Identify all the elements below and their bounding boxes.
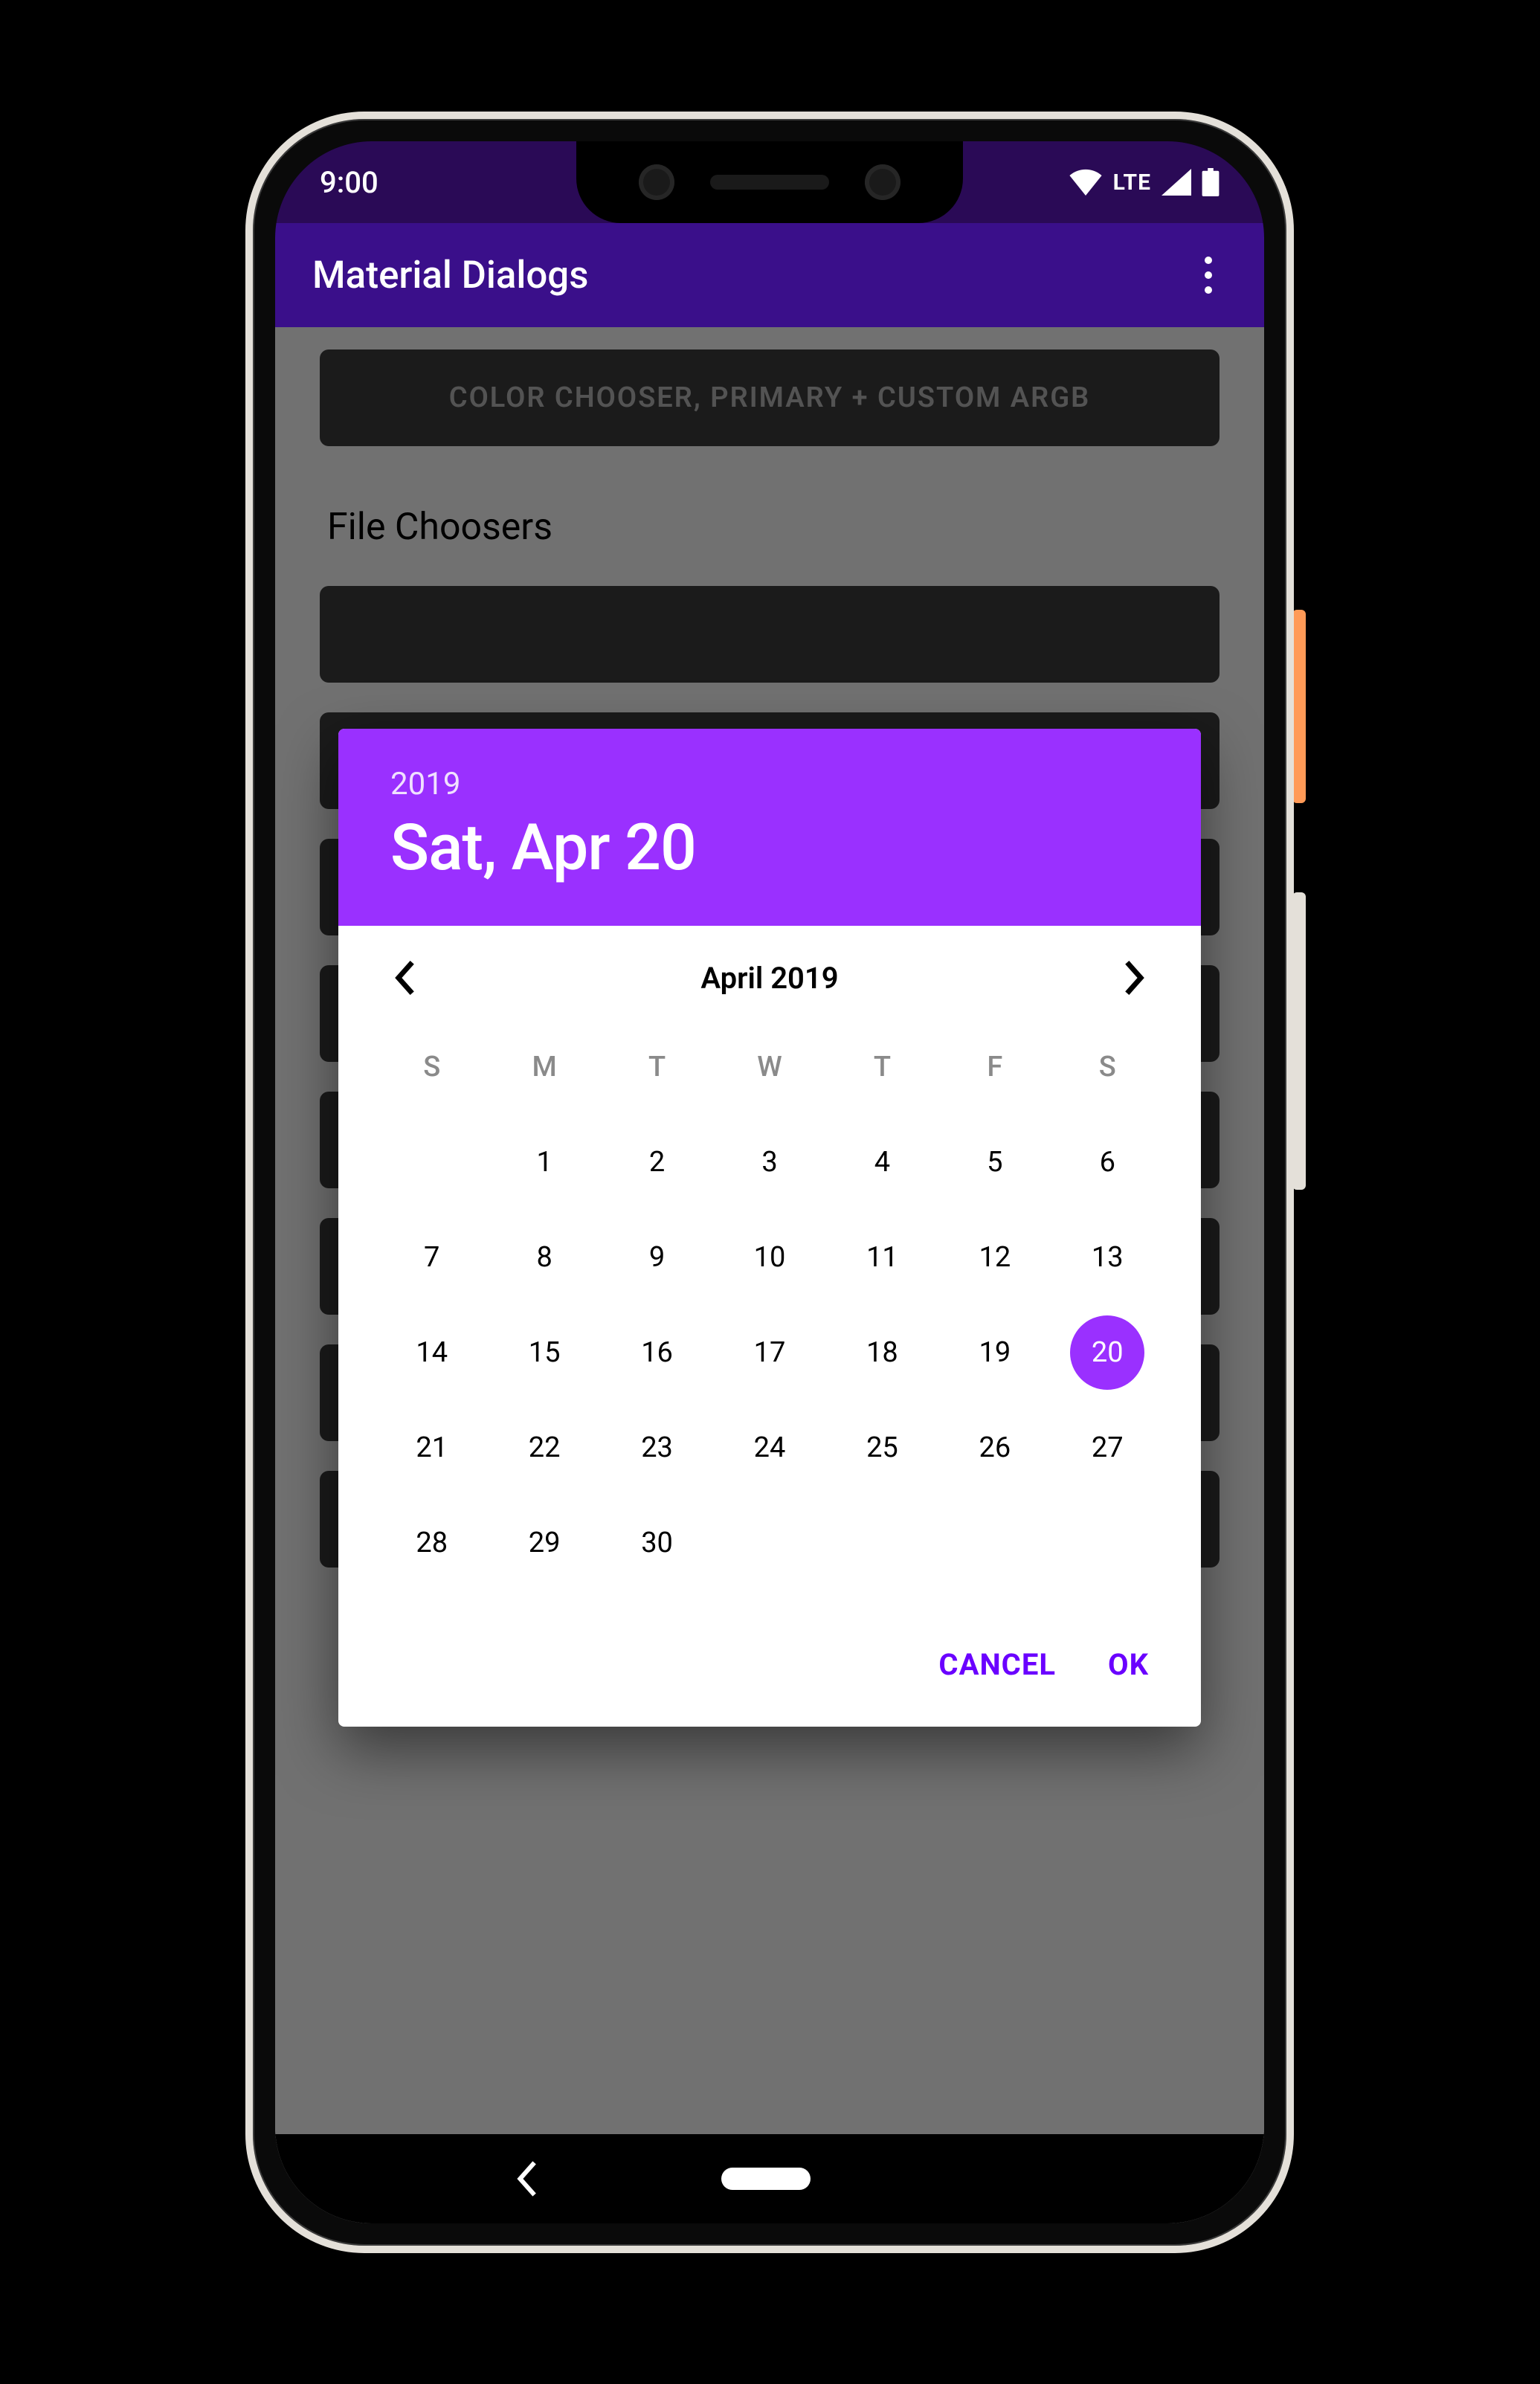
chevron-right-icon [1123,961,1145,995]
calendar-day[interactable]: 18 [826,1323,938,1382]
calendar-day[interactable]: 20 [1051,1323,1164,1382]
calendar-day[interactable]: 9 [601,1228,713,1287]
screen: 9:00 LTE Material Dialogs COLOR CH [275,141,1264,2223]
selected-date-label[interactable]: Sat, Apr 20 [390,810,1149,885]
calendar-day[interactable]: 21 [376,1418,488,1478]
calendar-day[interactable]: 4 [826,1133,938,1192]
display-notch [576,141,963,223]
nav-home-pill[interactable] [721,2168,811,2190]
status-icons: LTE [1069,168,1220,196]
calendar-day[interactable]: 16 [601,1323,713,1382]
calendar-day[interactable]: 7 [376,1228,488,1287]
next-month-button[interactable] [1112,956,1156,1000]
day-of-week-header: W [713,1037,825,1097]
calendar-day[interactable]: 25 [826,1418,938,1478]
selected-year[interactable]: 2019 [390,766,1149,802]
calendar-day[interactable]: 23 [601,1418,713,1478]
calendar-day[interactable]: 27 [1051,1418,1164,1478]
day-of-week-header: S [376,1037,488,1097]
status-clock: 9:00 [320,165,378,200]
calendar-day[interactable]: 17 [713,1323,825,1382]
power-button-accent[interactable] [1292,610,1306,803]
ok-button[interactable]: OK [1108,1647,1149,1682]
calendar-day[interactable]: 3 [713,1133,825,1192]
calendar-day[interactable]: 6 [1051,1133,1164,1192]
calendar-day[interactable]: 14 [376,1323,488,1382]
day-of-week-header: M [488,1037,600,1097]
date-picker-dialog: 2019 Sat, Apr 20 April 2019 SMTWTFS12345… [338,729,1201,1727]
calendar-day[interactable]: 13 [1051,1228,1164,1287]
calendar-day[interactable]: 8 [488,1228,600,1287]
day-of-week-header: T [601,1037,713,1097]
app-title: Material Dialogs [312,254,588,297]
day-of-week-header: S [1051,1037,1164,1097]
network-type-label: LTE [1113,170,1151,196]
calendar-day[interactable]: 28 [376,1513,488,1573]
calendar-grid: SMTWTFS123456789101112131415161718192021… [338,1022,1201,1602]
month-navigation: April 2019 [338,926,1201,1022]
day-of-week-header: F [938,1037,1051,1097]
day-of-week-header: T [826,1037,938,1097]
overflow-menu-icon[interactable] [1190,242,1227,309]
front-camera-right [865,164,901,200]
calendar-day[interactable]: 24 [713,1418,825,1478]
earpiece-speaker [710,175,829,190]
calendar-day[interactable]: 29 [488,1513,600,1573]
calendar-day[interactable]: 30 [601,1513,713,1573]
calendar-day[interactable]: 10 [713,1228,825,1287]
cancel-button[interactable]: CANCEL [938,1647,1056,1682]
calendar-day[interactable]: 11 [826,1228,938,1287]
calendar-day[interactable]: 15 [488,1323,600,1382]
volume-button[interactable] [1292,892,1306,1190]
calendar-day[interactable]: 12 [938,1228,1051,1287]
date-picker-header: 2019 Sat, Apr 20 [338,729,1201,926]
current-month-label: April 2019 [700,961,838,996]
calendar-day[interactable]: 19 [938,1323,1051,1382]
calendar-day[interactable]: 26 [938,1418,1051,1478]
navigation-bar [275,2134,1264,2223]
nav-back-button[interactable] [515,2161,539,2197]
dialog-actions: CANCEL OK [338,1602,1201,1727]
prev-month-button[interactable] [383,956,428,1000]
status-bar: 9:00 LTE [275,141,1264,223]
calendar-blank [376,1133,488,1192]
app-bar: Material Dialogs [275,223,1264,327]
calendar-day[interactable]: 1 [488,1133,600,1192]
app-content: COLOR CHOOSER, PRIMARY + CUSTOM ARGB Fil… [275,327,1264,2223]
battery-icon [1202,168,1220,196]
wifi-icon [1069,169,1103,196]
calendar-day[interactable]: 5 [938,1133,1051,1192]
front-camera-left [639,164,674,200]
calendar-day[interactable]: 2 [601,1133,713,1192]
phone-frame: 9:00 LTE Material Dialogs COLOR CH [245,112,1294,2253]
cellular-signal-icon [1162,169,1191,196]
chevron-left-icon [515,2161,539,2197]
calendar-day[interactable]: 22 [488,1418,600,1478]
chevron-left-icon [394,961,416,995]
